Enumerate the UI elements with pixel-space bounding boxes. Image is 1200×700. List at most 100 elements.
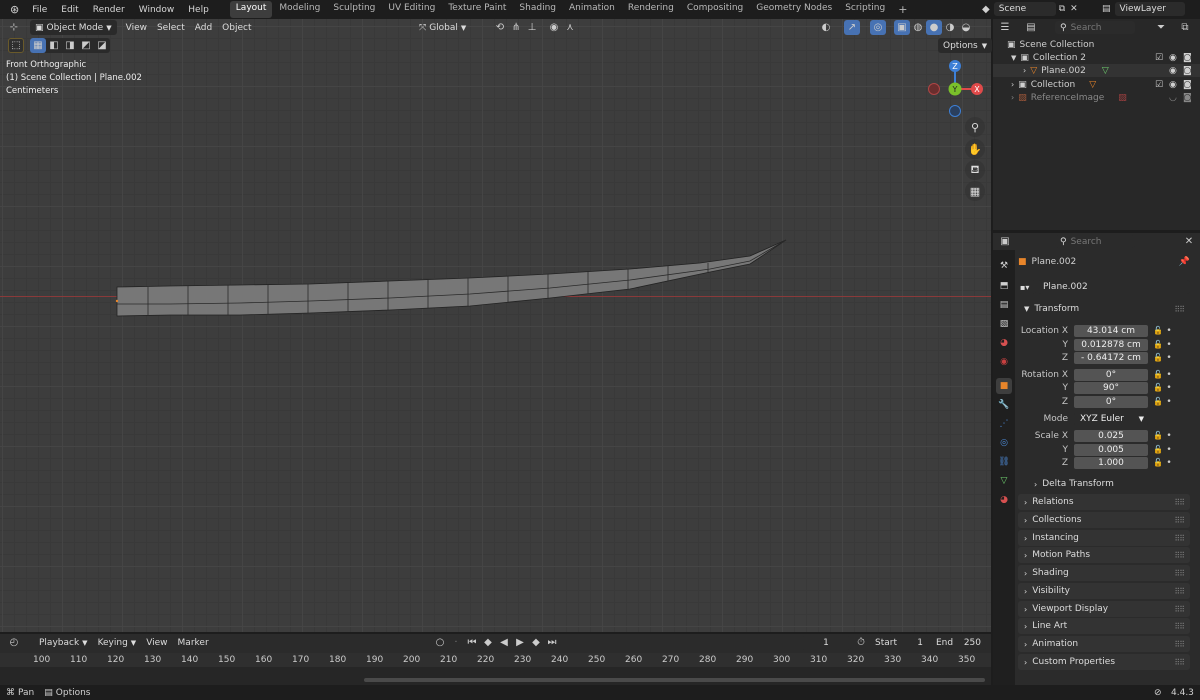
panel-motion-paths[interactable]: › Motion Paths ⠿⠿ [1018, 547, 1190, 563]
jump-start-icon[interactable]: ⏮ [464, 635, 480, 650]
menu-window[interactable]: Window [132, 5, 182, 15]
keyframe-dot-icon[interactable]: • [1165, 370, 1173, 380]
constraints-tab-icon[interactable]: ⛓ [996, 454, 1012, 470]
pin-icon[interactable]: 📌 [1179, 257, 1190, 267]
tab-rendering[interactable]: Rendering [622, 1, 680, 18]
checkbox-icon[interactable]: ☑ [1155, 80, 1163, 90]
keyframe-dot-icon[interactable]: • [1165, 458, 1173, 468]
panel-visibility[interactable]: › Visibility ⠿⠿ [1018, 583, 1190, 599]
filter-icon[interactable]: ⏷ [1153, 20, 1169, 35]
menu-marker[interactable]: Marker [173, 635, 214, 650]
chevron-down-icon[interactable]: ▼ [1011, 54, 1016, 62]
lock-icon[interactable]: 🔓 [1151, 431, 1165, 440]
chevron-right-icon[interactable]: › [1023, 66, 1026, 75]
eye-icon[interactable]: ◉ [1169, 66, 1177, 76]
drag-grip-icon[interactable]: ⠿⠿ [1174, 569, 1185, 578]
scale-x-field[interactable]: 0.025 [1074, 429, 1148, 442]
overlays-toggle-icon[interactable]: ◎ [870, 20, 886, 35]
keying-set-icon[interactable]: · [448, 635, 464, 650]
select-box-tool-icon[interactable]: ⬚ [8, 38, 24, 53]
rotation-mode-dropdown[interactable]: XYZ Euler ▼ [1074, 412, 1148, 425]
drag-grip-icon[interactable]: ⠿⠿ [1174, 622, 1185, 631]
blender-logo-icon[interactable]: ⊛ [4, 3, 25, 16]
tab-texture-paint[interactable]: Texture Paint [442, 1, 512, 18]
gizmo-neg-z[interactable] [949, 105, 961, 117]
object-tab-icon[interactable]: ■ [996, 378, 1012, 394]
tab-modeling[interactable]: Modeling [273, 1, 326, 18]
physics-tab-icon[interactable]: ◎ [996, 435, 1012, 451]
end-frame-field[interactable]: End 250 [931, 635, 986, 650]
menu-view[interactable]: View [121, 20, 152, 35]
proportional-edit-icon[interactable]: ◉ [546, 20, 562, 35]
play-reverse-icon[interactable]: ◀ [496, 635, 512, 650]
outliner-scene-collection[interactable]: ▣ Scene Collection [993, 38, 1200, 51]
tab-scripting[interactable]: Scripting [839, 1, 891, 18]
xray-toggle-icon[interactable]: ▣ [894, 20, 910, 35]
timeline-ruler[interactable]: 100 110 120 130 140 150 160 170 180 190 200 210 220 2… [0, 653, 991, 667]
panel-viewport-display[interactable]: › Viewport Display ⠿⠿ [1018, 601, 1190, 617]
timeline-editor-icon[interactable]: ◴ [6, 635, 22, 650]
drag-grip-icon[interactable]: ⠿⠿ [1174, 534, 1185, 543]
rendered-shading-icon[interactable]: ◒ [958, 20, 974, 35]
lock-icon[interactable]: 🔓 [1151, 326, 1165, 335]
start-frame-field[interactable]: Start 1 [870, 635, 928, 650]
object-browse-button[interactable]: ▪▾ [1018, 280, 1036, 294]
panel-custom-properties[interactable]: › Custom Properties ⠿⠿ [1018, 654, 1190, 670]
scene-tab-icon[interactable]: ◕ [996, 335, 1012, 351]
keyframe-dot-icon[interactable]: • [1165, 431, 1173, 441]
menu-playback[interactable]: Playback ▼ [34, 635, 93, 650]
transform-panel-header[interactable]: ▼ Transform ⠿⠿ [1018, 301, 1190, 317]
options-dropdown[interactable]: Options ▼ [938, 38, 993, 53]
tab-uv-editing[interactable]: UV Editing [382, 1, 441, 18]
outliner-search[interactable]: ⚲ Search [1055, 21, 1135, 34]
view-layer-selector[interactable]: ViewLayer [1114, 2, 1185, 16]
lock-icon[interactable]: 🔓 [1151, 397, 1165, 406]
gizmo-neg-x[interactable] [928, 83, 940, 95]
keyframe-dot-icon[interactable]: • [1165, 353, 1173, 363]
panel-line-art[interactable]: › Line Art ⠿⠿ [1018, 618, 1190, 634]
drag-grip-icon[interactable]: ⠿⠿ [1174, 605, 1185, 614]
modifier-wrench-icon[interactable]: 🔧 [996, 397, 1012, 413]
add-workspace-button[interactable]: + [892, 1, 913, 18]
panel-animation[interactable]: › Animation ⠿⠿ [1018, 636, 1190, 652]
pivot-icon[interactable]: ⟲ [492, 20, 508, 35]
mode-dropdown[interactable]: ▣ Object Mode ▼ [30, 20, 117, 35]
outliner-item-reference-image[interactable]: › ▨ ReferenceImage ▨ ◡ ◙ [993, 91, 1200, 104]
outliner-editor-icon[interactable]: ☰ [997, 20, 1013, 35]
keyframe-dot-icon[interactable]: • [1165, 326, 1173, 336]
menu-select[interactable]: Select [152, 20, 190, 35]
camera-icon[interactable]: ◙ [1183, 80, 1192, 90]
rotation-x-field[interactable]: 0° [1074, 368, 1148, 381]
drag-grip-icon[interactable]: ⠿⠿ [1174, 587, 1185, 596]
material-tab-icon[interactable]: ◕ [996, 492, 1012, 508]
select-intersect-icon[interactable]: ◪ [94, 38, 110, 53]
perspective-grid-icon[interactable]: ▦ [965, 181, 985, 201]
tool-tab-icon[interactable]: ⚒ [996, 258, 1012, 274]
drag-grip-icon[interactable]: ⠿⠿ [1174, 305, 1185, 314]
snap-target-icon[interactable]: ⊥ [524, 20, 540, 35]
panel-relations[interactable]: › Relations ⠿⠿ [1018, 494, 1190, 510]
lock-icon[interactable]: 🔓 [1151, 370, 1165, 379]
keyframe-dot-icon[interactable]: • [1165, 383, 1173, 393]
outliner-item-plane[interactable]: › ▽ Plane.002 ▽ ◉ ◙ [993, 64, 1200, 77]
lock-icon[interactable]: 🔓 [1151, 445, 1165, 454]
select-subtract-icon[interactable]: ◨ [62, 38, 78, 53]
menu-object[interactable]: Object [217, 20, 256, 35]
world-tab-icon[interactable]: ◉ [996, 354, 1012, 370]
eye-icon[interactable]: ◉ [1169, 53, 1177, 63]
lock-icon[interactable]: 🔓 [1151, 340, 1165, 349]
lock-icon[interactable]: 🔓 [1151, 353, 1165, 362]
menu-file[interactable]: File [25, 5, 54, 15]
lock-icon[interactable]: 🔓 [1151, 383, 1165, 392]
properties-editor-icon[interactable]: ▣ [997, 234, 1013, 249]
rotation-y-field[interactable]: 90° [1074, 381, 1148, 394]
close-icon[interactable]: ✕ [1181, 234, 1197, 249]
camera-icon[interactable]: ◙ [1183, 53, 1192, 63]
camera-icon[interactable]: ◙ [1183, 93, 1192, 103]
navigation-gizmo[interactable]: Z X Y [920, 57, 990, 125]
scene-selector[interactable]: Scene [993, 2, 1056, 16]
camera-view-icon[interactable]: ⛾ [965, 160, 985, 180]
display-mode-icon[interactable]: ▤ [1023, 20, 1039, 35]
menu-keying[interactable]: Keying ▼ [93, 635, 142, 650]
scale-y-field[interactable]: 0.005 [1074, 443, 1148, 456]
